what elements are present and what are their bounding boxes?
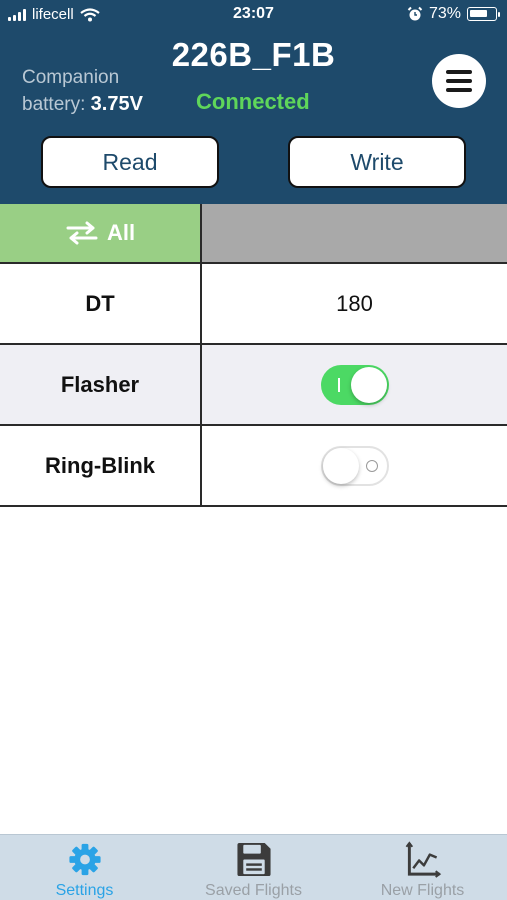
app-header: lifecell 23:07 73% 226B_F1B Companion ba… <box>0 0 507 205</box>
ring-blink-toggle[interactable] <box>320 445 389 486</box>
write-button[interactable]: Write <box>288 136 466 188</box>
setting-name: DT <box>0 264 202 343</box>
table-header-value <box>202 204 507 262</box>
tab-new-flights[interactable]: New Flights <box>338 835 507 900</box>
table-header-row: All <box>0 204 507 264</box>
battery-label: battery: <box>22 94 86 115</box>
setting-name: Ring-Blink <box>0 426 202 505</box>
tab-label: New Flights <box>380 882 465 899</box>
setting-value[interactable]: 180 <box>202 264 507 343</box>
read-button[interactable]: Read <box>41 136 219 188</box>
select-all-button[interactable]: All <box>0 204 202 262</box>
gear-icon <box>68 843 101 876</box>
status-bar: lifecell 23:07 73% <box>0 0 507 32</box>
table-row: Flasher <box>0 345 507 426</box>
settings-table: All DT 180 Flasher Ring-Blink <box>0 204 507 507</box>
companion-voltage: 3.75V <box>90 93 143 115</box>
companion-label: Companion <box>22 67 120 88</box>
status-right: 73% <box>407 5 500 23</box>
tab-saved-flights[interactable]: Saved Flights <box>169 835 338 900</box>
tab-label: Settings <box>55 882 114 899</box>
battery-percent: 73% <box>428 5 461 22</box>
swap-arrows-icon <box>66 221 98 245</box>
table-row: Ring-Blink <box>0 426 507 507</box>
setting-value <box>202 426 507 505</box>
connection-status: Connected <box>196 89 310 114</box>
table-row: DT 180 <box>0 264 507 345</box>
chart-icon <box>405 841 441 878</box>
hamburger-menu-icon[interactable] <box>432 54 486 108</box>
all-label: All <box>106 220 136 245</box>
battery-fill <box>470 10 487 17</box>
battery-icon <box>467 7 500 21</box>
setting-name: Flasher <box>0 345 202 424</box>
tab-settings[interactable]: Settings <box>0 835 169 900</box>
tab-label: Saved Flights <box>205 882 302 899</box>
companion-battery: Companion battery: 3.75V <box>22 65 143 118</box>
tab-bar: Settings Saved Flights New Flights <box>0 834 507 900</box>
setting-value <box>202 345 507 424</box>
flasher-toggle[interactable] <box>320 364 389 405</box>
alarm-clock-icon <box>407 6 423 21</box>
floppy-disk-icon <box>236 842 271 877</box>
